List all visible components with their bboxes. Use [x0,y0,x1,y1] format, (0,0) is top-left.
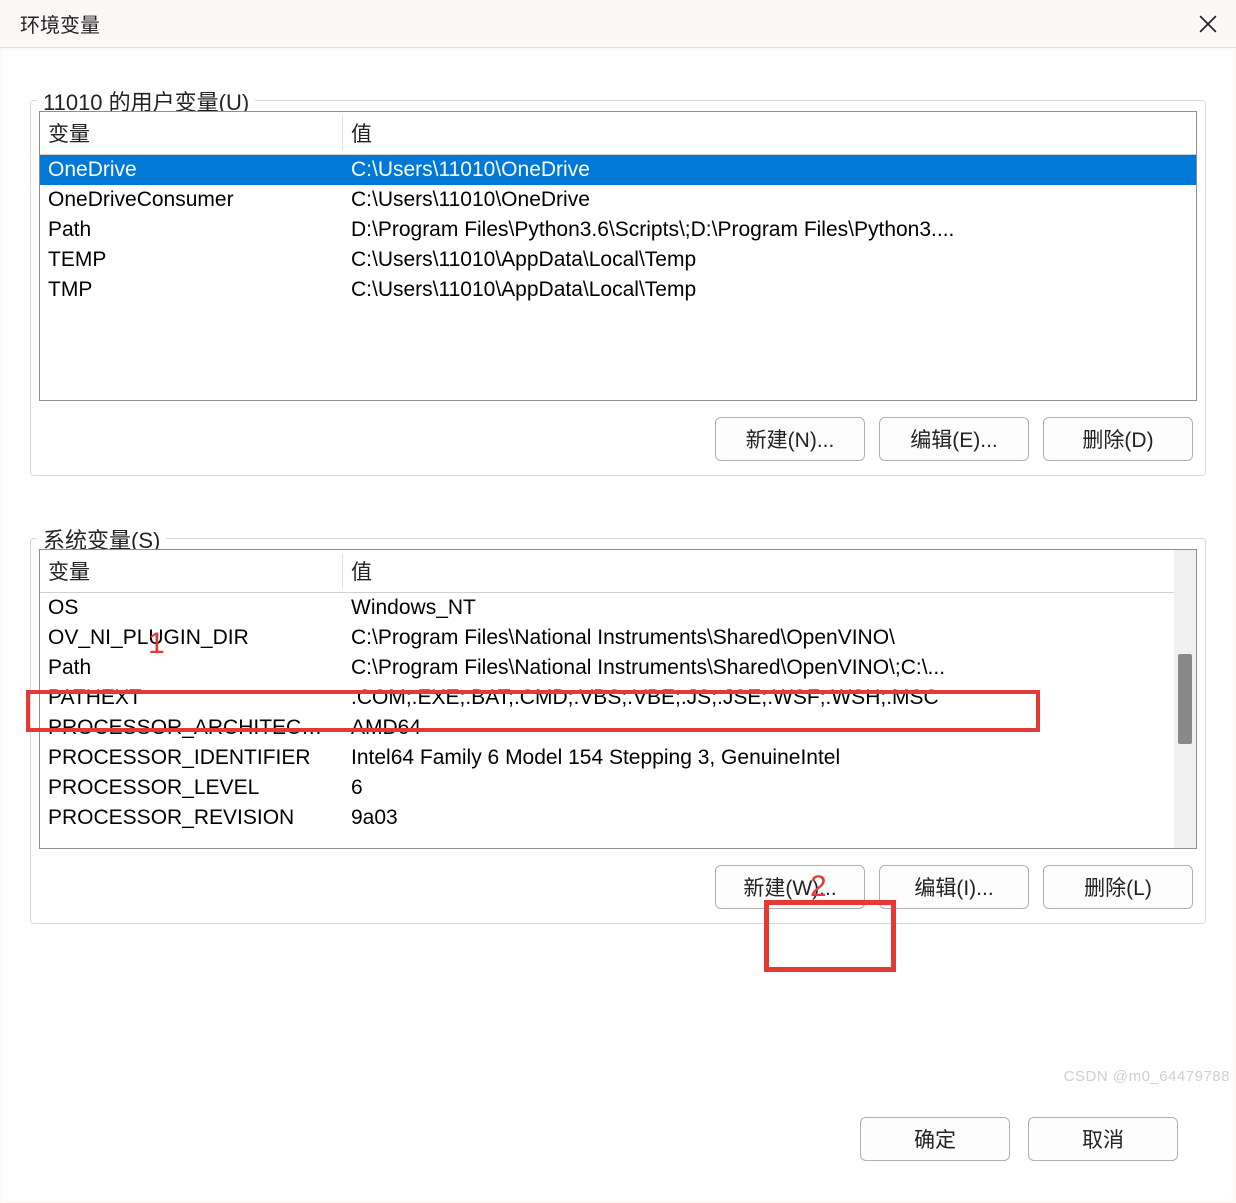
table-row[interactable]: OneDrive C:\Users\11010\OneDrive [40,155,1196,185]
table-row[interactable]: PATHEXT .COM;.EXE;.BAT;.CMD;.VBS;.VBE;.J… [40,683,1174,713]
close-icon [1199,15,1217,33]
cancel-button[interactable]: 取消 [1028,1117,1178,1161]
delete-sys-var-button[interactable]: 删除(L) [1043,865,1193,909]
delete-user-var-button[interactable]: 删除(D) [1043,417,1193,461]
table-row[interactable]: PROCESSOR_REVISION 9a03 [40,803,1174,833]
dialog-buttons: 确定 取消 [30,1109,1206,1181]
table-row[interactable]: OneDriveConsumer C:\Users\11010\OneDrive [40,185,1196,215]
table-row[interactable]: TEMP C:\Users\11010\AppData\Local\Temp [40,245,1196,275]
column-variable[interactable]: 变量 [40,116,343,150]
table-header: 变量 值 [40,550,1174,593]
edit-sys-var-button[interactable]: 编辑(I)... [879,865,1029,909]
titlebar: 环境变量 [0,0,1236,48]
column-value[interactable]: 值 [343,554,1174,588]
scroll-thumb[interactable] [1178,654,1192,744]
table-row[interactable]: PROCESSOR_LEVEL 6 [40,773,1174,803]
table-row[interactable]: PROCESSOR_ARCHITECTU... AMD64 [40,713,1174,743]
dialog-content: 11010 的用户变量(U) 变量 值 OneDrive C:\Users\11… [2,50,1234,1201]
new-sys-var-button[interactable]: 新建(W)... [715,865,865,909]
edit-user-var-button[interactable]: 编辑(E)... [879,417,1029,461]
watermark: CSDN @m0_64479788 [1064,1068,1230,1085]
column-variable[interactable]: 变量 [40,554,343,588]
table-row[interactable]: Path C:\Program Files\National Instrumen… [40,653,1174,683]
annotation-label-1: 1 [148,627,165,661]
scrollbar[interactable] [1174,550,1196,848]
new-user-var-button[interactable]: 新建(N)... [715,417,865,461]
user-vars-table[interactable]: 变量 值 OneDrive C:\Users\11010\OneDrive On… [39,111,1197,401]
table-row[interactable]: Path D:\Program Files\Python3.6\Scripts\… [40,215,1196,245]
table-row[interactable]: PROCESSOR_IDENTIFIER Intel64 Family 6 Mo… [40,743,1174,773]
table-row[interactable]: OS Windows_NT [40,593,1174,623]
ok-button[interactable]: 确定 [860,1117,1010,1161]
environment-variables-dialog: 环境变量 11010 的用户变量(U) 变量 值 OneDrive C:\Use… [0,0,1236,1203]
table-row[interactable]: TMP C:\Users\11010\AppData\Local\Temp [40,275,1196,305]
sys-vars-buttons: 新建(W)... 编辑(I)... 删除(L) [39,865,1197,909]
sys-vars-table[interactable]: 变量 值 OS Windows_NT OV_NI_PLUGIN_DIR C:\P… [39,549,1197,849]
user-vars-buttons: 新建(N)... 编辑(E)... 删除(D) [39,417,1197,461]
window-title: 环境变量 [20,9,100,38]
column-value[interactable]: 值 [343,116,1196,150]
annotation-label-2: 2 [810,870,827,904]
system-variables-group: 系统变量(S) 变量 值 OS Windows_NT OV_NI_PLUGIN_… [30,538,1206,924]
user-variables-group: 11010 的用户变量(U) 变量 值 OneDrive C:\Users\11… [30,100,1206,476]
table-header: 变量 值 [40,112,1196,155]
close-button[interactable] [1180,0,1236,48]
table-row[interactable]: OV_NI_PLUGIN_DIR C:\Program Files\Nation… [40,623,1174,653]
